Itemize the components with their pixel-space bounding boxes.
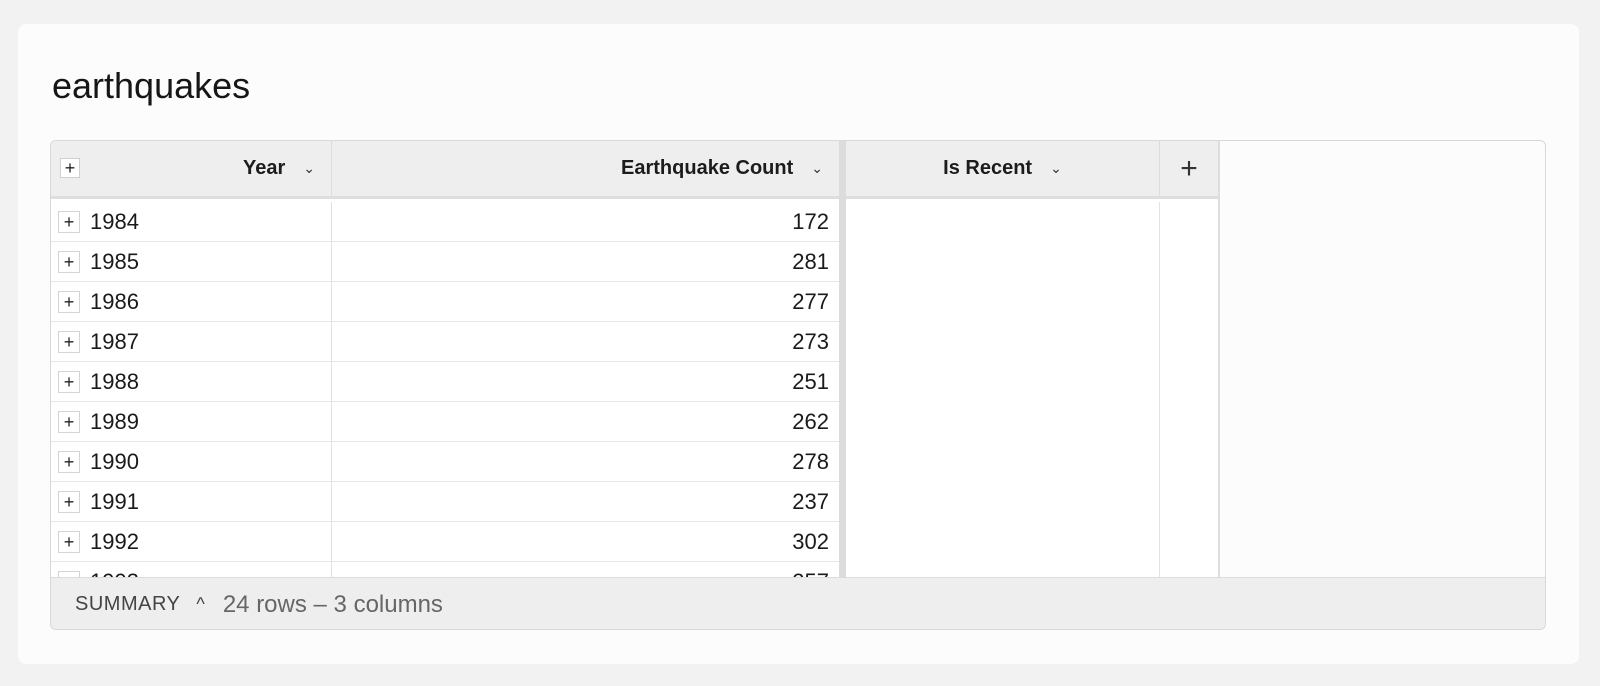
cell-earthquake-count[interactable]: 281	[332, 242, 839, 281]
column-header-is-recent[interactable]: Is Recent ⌄	[846, 141, 1160, 199]
cell-earthquake-count[interactable]: 278	[332, 442, 839, 481]
expand-row-button[interactable]: +	[58, 450, 80, 473]
count-value: 302	[792, 528, 829, 554]
summary-label: SUMMARY	[75, 593, 181, 615]
column-header-recent-label: Is Recent	[943, 157, 1033, 179]
cell-year[interactable]: +1992	[51, 522, 332, 561]
year-value: 1989	[90, 408, 139, 434]
year-value: 1988	[90, 368, 139, 394]
cell-earthquake-count[interactable]: 172	[332, 202, 839, 241]
table-row[interactable]: +1990 278	[51, 442, 839, 482]
table-row[interactable]: +1991 237	[51, 482, 839, 522]
cell-earthquake-count[interactable]: 257	[332, 562, 839, 578]
table-row[interactable]: +1993 257	[51, 562, 839, 577]
summary-info: 24 rows – 3 columns	[222, 590, 443, 618]
expand-row-button[interactable]: +	[58, 210, 80, 233]
cell-earthquake-count[interactable]: 251	[332, 362, 839, 401]
cell-year[interactable]: +1987	[51, 322, 332, 361]
plus-icon: +	[1180, 151, 1198, 185]
count-value: 277	[792, 288, 829, 314]
add-column-body	[1160, 202, 1218, 577]
summary-bar[interactable]: SUMMARY ^ 24 rows – 3 columns	[51, 577, 1545, 629]
chevron-down-icon[interactable]: ⌄	[303, 160, 315, 177]
year-value: 1990	[90, 448, 139, 474]
count-value: 262	[792, 408, 829, 434]
table-row[interactable]: +1988 251	[51, 362, 839, 402]
chevron-up-icon[interactable]: ^	[196, 594, 204, 615]
table-row[interactable]: +1985 281	[51, 242, 839, 282]
cell-earthquake-count[interactable]: 262	[332, 402, 839, 441]
year-value: 1986	[90, 288, 139, 314]
cell-year[interactable]: +1993	[51, 562, 332, 577]
count-value: 251	[792, 368, 829, 394]
expand-row-button[interactable]: +	[58, 410, 80, 433]
cell-year[interactable]: +1986	[51, 282, 332, 321]
table-body: +1984 172 +1985 281 +1986 277 +1987 273 +1988 251…	[51, 202, 839, 577]
year-value: 1985	[90, 248, 139, 274]
count-value: 281	[792, 248, 829, 274]
column-header-earthquake-count[interactable]: Earthquake Count ⌄	[332, 141, 839, 199]
table-row[interactable]: +1989 262	[51, 402, 839, 442]
cell-earthquake-count[interactable]: 237	[332, 482, 839, 521]
year-value: 1992	[90, 528, 139, 554]
cell-earthquake-count[interactable]: 302	[332, 522, 839, 561]
expand-row-button[interactable]: +	[58, 370, 80, 393]
table-row[interactable]: +1986 277	[51, 282, 839, 322]
expand-row-button[interactable]: +	[58, 530, 80, 553]
chevron-down-icon[interactable]: ⌄	[1050, 160, 1062, 177]
table-row[interactable]: +1992 302	[51, 522, 839, 562]
add-column-button[interactable]: +	[1160, 141, 1218, 199]
count-value: 237	[792, 488, 829, 514]
page-card: earthquakes Year ⌄ + Earthquake Count ⌄ …	[18, 24, 1579, 664]
cell-year[interactable]: +1984	[51, 202, 332, 241]
expand-row-button[interactable]: +	[58, 330, 80, 353]
cell-year[interactable]: +1991	[51, 482, 332, 521]
year-value: 1993	[90, 569, 139, 578]
year-value: 1987	[90, 328, 139, 354]
cell-year[interactable]: +1990	[51, 442, 332, 481]
year-value: 1991	[90, 488, 139, 514]
count-value: 172	[792, 208, 829, 234]
is-recent-column-body	[846, 202, 1160, 577]
column-group-divider[interactable]	[839, 141, 846, 577]
expand-row-button[interactable]: +	[58, 250, 80, 273]
cell-earthquake-count[interactable]: 273	[332, 322, 839, 361]
table-row[interactable]: +1984 172	[51, 202, 839, 242]
count-value: 273	[792, 328, 829, 354]
column-header-year[interactable]: Year ⌄	[51, 141, 332, 199]
column-header-count-label: Earthquake Count	[621, 157, 794, 179]
expand-row-button[interactable]: +	[58, 490, 80, 513]
year-value: 1984	[90, 208, 139, 234]
cell-earthquake-count[interactable]: 277	[332, 282, 839, 321]
count-value: 278	[792, 448, 829, 474]
cell-year[interactable]: +1988	[51, 362, 332, 401]
data-table-frame: Year ⌄ + Earthquake Count ⌄ Is Recent ⌄ …	[50, 140, 1546, 630]
count-value: 257	[792, 569, 829, 578]
chevron-down-icon[interactable]: ⌄	[811, 160, 823, 177]
cell-year[interactable]: +1989	[51, 402, 332, 441]
column-header-year-label: Year	[243, 157, 286, 179]
data-table: Year ⌄ + Earthquake Count ⌄ Is Recent ⌄ …	[51, 141, 1220, 577]
cell-year[interactable]: +1985	[51, 242, 332, 281]
expand-all-button[interactable]: +	[60, 158, 80, 178]
expand-row-button[interactable]: +	[58, 290, 80, 313]
table-row[interactable]: +1987 273	[51, 322, 839, 362]
page-title: earthquakes	[52, 65, 251, 106]
